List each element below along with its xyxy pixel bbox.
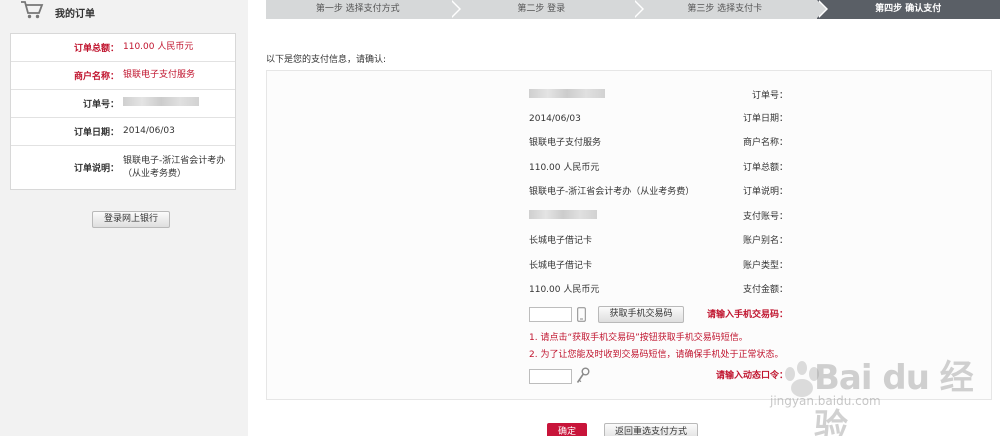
order-number-redacted (123, 96, 199, 106)
order-total-label: 订单总额： (73, 44, 119, 54)
info-order-date-value: 2014/06/03 (529, 114, 581, 124)
cart-icon (21, 1, 44, 19)
info-order-number-label: 订单号： (751, 91, 788, 101)
info-merchant: 商户名称： 银联电子支付服务 (267, 136, 991, 150)
sms-tip-2: 2. 为了让您能及时收到交易码短信，请确保手机处于正常状态。 (529, 350, 784, 360)
watermark-url: jingyan.baidu.com (770, 394, 881, 408)
sms-tip-1: 1. 请点击“获取手机交易码”按钮获取手机交易码短信。 (529, 333, 748, 343)
step-1: 第一步 选择支付方式 (266, 0, 460, 19)
confirm-button[interactable]: 确定 (547, 423, 587, 436)
mobile-phone-icon (577, 307, 586, 322)
login-online-bank-button[interactable]: 登录网上银行 (92, 211, 170, 228)
info-pay-amount-label: 支付金额： (742, 285, 788, 295)
dynamic-password-input[interactable] (529, 369, 572, 384)
order-date-value: 2014/06/03 (123, 126, 175, 136)
merchant-value: 银联电子支付服务 (123, 70, 196, 80)
info-account-value (529, 210, 597, 224)
order-number-row: 订单号： (11, 90, 235, 118)
info-merchant-label: 商户名称： (742, 138, 788, 148)
info-order-number-value (529, 89, 605, 103)
key-icon (576, 367, 590, 383)
step-3: 第三步 选择支付卡 (633, 0, 827, 19)
order-date-label: 订单日期： (73, 128, 119, 138)
payment-steps: 第一步 选择支付方式 第二步 登录 第三步 选择支付卡 第四步 确认支付 (266, 0, 1000, 19)
order-desc-value: 银联电子-浙江省会计考办（从业考务费） (123, 155, 226, 179)
info-total-value: 110.00 人民币元 (529, 163, 600, 173)
get-sms-code-button[interactable]: 获取手机交易码 (598, 306, 684, 323)
confirm-intro: 以下是您的支付信息，请确认: (266, 55, 387, 65)
order-total-value: 110.00 人民币元 (123, 42, 194, 52)
info-merchant-value: 银联电子支付服务 (529, 138, 602, 148)
order-number-label: 订单号： (82, 100, 119, 110)
sms-code-input[interactable] (529, 307, 572, 322)
info-order-number-redacted (529, 89, 605, 98)
step-4-active: 第四步 确认支付 (816, 0, 1000, 19)
info-account-redacted (529, 210, 597, 219)
watermark-brand: Bai du 经验 (814, 358, 974, 436)
order-desc-label: 订单说明： (73, 164, 119, 174)
dynamic-password-label: 请输入动态口令： (715, 371, 788, 381)
sidebar-header: 我的订单 (0, 0, 248, 26)
order-total-row: 订单总额： 110.00 人民币元 (11, 34, 235, 62)
order-number-value (123, 96, 235, 111)
merchant-row: 商户名称： 银联电子支付服务 (11, 62, 235, 90)
info-description-value: 银联电子-浙江省会计考办（从业考务费） (529, 187, 695, 197)
info-account-alias-value: 长城电子借记卡 (529, 236, 593, 246)
info-account-type: 账户类型： 长城电子借记卡 (267, 259, 991, 273)
info-pay-amount: 支付金额： 110.00 人民币元 (267, 283, 991, 297)
info-order-date-label: 订单日期： (742, 114, 788, 124)
info-account-alias-label: 账户别名： (742, 236, 788, 246)
step-2: 第二步 登录 (449, 0, 644, 19)
merchant-label: 商户名称： (73, 72, 119, 82)
info-description: 订单说明： 银联电子-浙江省会计考办（从业考务费） (267, 185, 991, 199)
info-order-date: 订单日期： 2014/06/03 (267, 112, 991, 126)
info-account-label: 支付账号： (742, 212, 788, 222)
back-reselect-payment-button[interactable]: 返回重选支付方式 (604, 423, 698, 436)
info-account-alias: 账户别名： 长城电子借记卡 (267, 234, 991, 248)
order-desc-row: 订单说明： 银联电子-浙江省会计考办（从业考务费） (11, 146, 235, 189)
info-pay-amount-value: 110.00 人民币元 (529, 285, 600, 295)
info-total-label: 订单总额： (742, 163, 788, 173)
sidebar-title: 我的订单 (55, 9, 95, 20)
info-order-number: 订单号： (267, 89, 991, 103)
order-date-row: 订单日期： 2014/06/03 (11, 118, 235, 146)
order-sidebar: 我的订单 订单总额： 110.00 人民币元 商户名称： 银联电子支付服务 订单… (0, 0, 248, 436)
info-total: 订单总额： 110.00 人民币元 (267, 161, 991, 175)
info-account: 支付账号： (267, 210, 991, 224)
order-summary-table: 订单总额： 110.00 人民币元 商户名称： 银联电子支付服务 订单号： 订单… (10, 33, 236, 190)
info-account-type-value: 长城电子借记卡 (529, 261, 593, 271)
info-account-type-label: 账户类型： (742, 261, 788, 271)
